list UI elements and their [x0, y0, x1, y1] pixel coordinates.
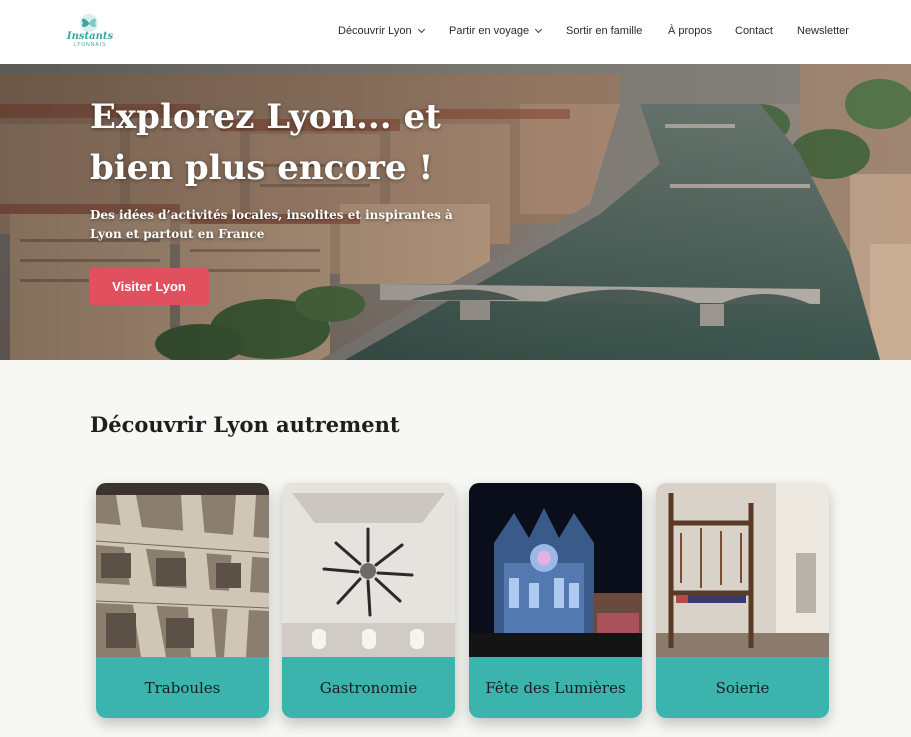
chevron-down-icon [535, 25, 543, 34]
card-label: Fête des Lumières [469, 657, 642, 718]
card-soierie[interactable]: Soierie [656, 483, 829, 718]
card-gastronomie[interactable]: Gastronomie [282, 483, 455, 718]
logo-wordmark: Instants [66, 31, 114, 42]
nav-item-partir-en-voyage[interactable]: Partir en voyage [449, 22, 543, 40]
hero-title-line-2: bien plus encore ! [90, 148, 434, 188]
nav-label: Sortir en famille [566, 25, 643, 37]
card-traboules[interactable]: Traboules [96, 483, 269, 718]
nav-item-a-propos[interactable]: À propos [668, 22, 712, 40]
logo-tagline: LYONNAIS [73, 42, 107, 48]
card-label: Gastronomie [282, 657, 455, 718]
traboules-image [96, 483, 269, 657]
nav-item-newsletter[interactable]: Newsletter [797, 22, 849, 40]
soierie-image [656, 483, 829, 657]
card-fete-des-lumieres[interactable]: Fête des Lumières [469, 483, 642, 718]
nav-label: Partir en voyage [449, 25, 530, 37]
hero-banner: Explorez Lyon... et bien plus encore ! D… [0, 64, 911, 360]
chevron-down-icon [417, 25, 425, 34]
nav-item-sortir-en-famille[interactable]: Sortir en famille [566, 22, 642, 40]
hero-title: Explorez Lyon... et bien plus encore ! [90, 92, 450, 194]
card-label: Soierie [656, 657, 829, 718]
visiter-lyon-button[interactable]: Visiter Lyon [89, 268, 209, 305]
nav-label: Contact [735, 25, 773, 37]
hero-title-line-1: Explorez Lyon... et [90, 97, 441, 137]
nav-label: Newsletter [797, 25, 849, 37]
fete-des-lumieres-image [469, 483, 642, 657]
section-title: Découvrir Lyon autrement [90, 412, 400, 437]
nav-item-decouvrir-lyon[interactable]: Découvrir Lyon [338, 22, 425, 40]
nav-label: À propos [668, 25, 713, 37]
hero-subtitle: Des idées d’activités locales, insolites… [90, 208, 453, 241]
site-logo[interactable]: Instants LYONNAIS [66, 14, 114, 50]
nav-label: Découvrir Lyon [338, 25, 412, 37]
site-header: Instants LYONNAIS Découvrir Lyon Partir … [0, 0, 911, 64]
card-label: Traboules [96, 657, 269, 718]
butterfly-logo-icon [80, 14, 98, 32]
nav-item-contact[interactable]: Contact [735, 22, 773, 40]
gastronomie-image [282, 483, 455, 657]
